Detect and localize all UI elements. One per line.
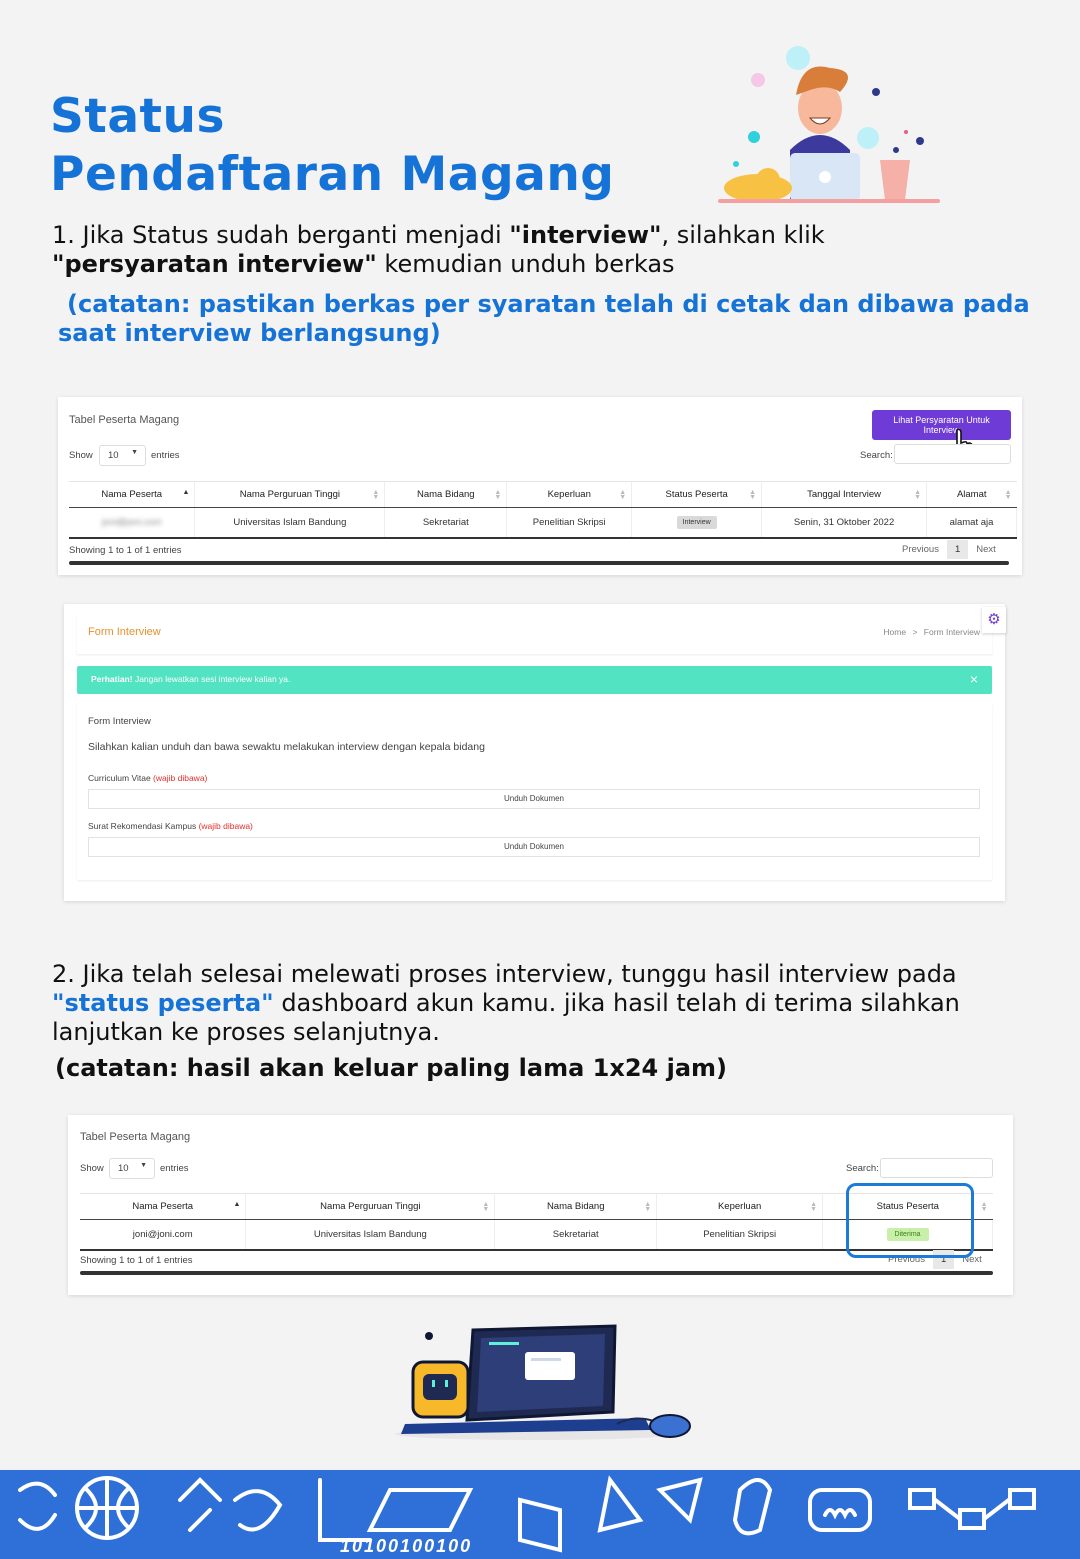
table2-scrollbar[interactable]	[80, 1271, 993, 1275]
form-interview-title: Form Interview	[88, 626, 161, 638]
table1-status-cell: Interview	[631, 507, 763, 539]
rekomendasi-label: Surat Rekomendasi Kampus (wajib dibawa)	[88, 821, 253, 831]
title-line2: Pendaftaran Magang	[50, 147, 615, 202]
next-page-link[interactable]: Next	[976, 544, 996, 555]
gear-icon[interactable]: ⚙	[982, 607, 1006, 633]
table1-pagination: Previous 1 Next	[902, 540, 996, 559]
table1-col-header[interactable]: Nama Perguruan Tinggi ▲ ▼	[194, 481, 385, 508]
breadcrumb-separator: >	[912, 627, 918, 637]
table1-show-label: Show	[69, 450, 93, 461]
table1-cell: joni@joni.com	[69, 507, 196, 539]
cv-label: Curriculum Vitae (wajib dibawa)	[88, 773, 208, 783]
table2-cell: Universitas Islam Bandung	[245, 1219, 496, 1251]
step1-text: 1. Jika Status sudah berganti menjadi "i…	[52, 221, 825, 279]
step2-keyword-status: "status peserta"	[52, 989, 274, 1017]
table1-cell: Penelitian Skripsi	[506, 507, 633, 539]
status-badge: Interview	[676, 516, 717, 529]
table1-col-header[interactable]: Alamat ▲ ▼	[926, 481, 1017, 508]
table1: Nama Peserta ▲ Nama Perguruan Tinggi ▲ ▼ Na…	[69, 481, 1017, 539]
table1-col-header[interactable]: Status Peserta ▲ ▼	[631, 481, 762, 508]
table2-col-header[interactable]: Nama Bidang ▲ ▼	[494, 1193, 657, 1220]
step2-text: 2. Jika telah selesai melewati proses in…	[52, 960, 960, 1047]
step1-note-line1: (catatan: pastikan berkas per syaratan t…	[67, 290, 1030, 318]
table1-title: Tabel Peserta Magang	[69, 414, 180, 426]
breadcrumb-home[interactable]: Home	[883, 627, 906, 637]
breadcrumb-current: Form Interview	[923, 627, 980, 637]
table2-show-label: Show	[80, 1163, 104, 1174]
chevron-down-icon: ▼	[140, 1162, 147, 1169]
doodle-pattern	[18, 1475, 1036, 1553]
form-card-title: Form Interview	[88, 716, 151, 727]
breadcrumb: Home > Form Interview	[883, 627, 980, 637]
close-icon[interactable]: ×	[970, 671, 978, 687]
attention-alert: Perhatian! Jangan lewatkan sesi intervie…	[77, 666, 992, 694]
binary-code-text: 10100100100	[340, 1536, 473, 1556]
page-title: Status Pendaftaran Magang	[50, 88, 614, 204]
table1-scrollbar[interactable]	[69, 561, 1009, 565]
table2-cell: Sekretariat	[494, 1219, 658, 1251]
step2-line3: lanjutkan ke proses selanjutnya.	[52, 1018, 440, 1046]
table1-col-header[interactable]: Tanggal Interview ▲ ▼	[761, 481, 927, 508]
title-line1: Status	[50, 89, 225, 144]
table1-search-input[interactable]	[894, 444, 1011, 464]
table2-entries-select[interactable]: 10 ▼	[109, 1158, 155, 1179]
table1-cell: Sekretariat	[384, 507, 508, 539]
table2-title: Tabel Peserta Magang	[80, 1131, 191, 1143]
step1-keyword-persyaratan: "persyaratan interview"	[52, 250, 377, 278]
table1-entries-value: 10	[108, 450, 119, 461]
previous-page-link[interactable]: Previous	[902, 544, 939, 555]
alert-bold: Perhatian!	[91, 674, 133, 684]
form-header-bar	[77, 614, 992, 654]
alert-text: Jangan lewatkan sesi interview kalian ya…	[132, 674, 291, 684]
table-row: joni@joni.com Universitas Islam Bandung …	[69, 507, 1017, 539]
table2-info: Showing 1 to 1 of 1 entries	[80, 1255, 193, 1266]
step1-note-line2: saat interview berlangsung)	[58, 319, 441, 347]
table1-col-header[interactable]: Keperluan ▲ ▼	[506, 481, 632, 508]
chevron-down-icon: ▼	[131, 449, 138, 456]
table1-col-header[interactable]: Nama Peserta ▲	[69, 481, 195, 508]
step1-part2: , silahkan klik	[661, 221, 825, 249]
persyaratan-interview-button[interactable]: Lihat Persyaratan Untuk Interview	[872, 410, 1011, 440]
table1-info: Showing 1 to 1 of 1 entries	[69, 545, 182, 556]
table1-cell: Senin, 31 Oktober 2022	[761, 507, 927, 539]
table2-col-header[interactable]: Nama Perguruan Tinggi ▲ ▼	[245, 1193, 495, 1220]
unduh-cv-button[interactable]: Unduh Dokumen	[88, 789, 980, 809]
page-1-link[interactable]: 1	[946, 540, 969, 559]
step2-line1: 2. Jika telah selesai melewati proses in…	[52, 960, 957, 988]
unduh-rekomendasi-button[interactable]: Unduh Dokumen	[88, 837, 980, 857]
table1-col-header[interactable]: Nama Bidang ▲ ▼	[384, 481, 507, 508]
robot-laptop-illustration	[395, 1324, 691, 1440]
table1-header-row: Nama Peserta ▲ Nama Perguruan Tinggi ▲ ▼ Na…	[69, 481, 1017, 508]
table2-entries-value: 10	[118, 1163, 129, 1174]
table2-col-header[interactable]: Nama Peserta ▲	[80, 1193, 246, 1220]
table2-search-input[interactable]	[880, 1158, 993, 1178]
step1-keyword-interview: "interview"	[509, 221, 662, 249]
step1-part3: kemudian unduh berkas	[376, 250, 675, 278]
step2-note: (catatan: hasil akan keluar paling lama …	[55, 1054, 727, 1082]
step2-line2: dashboard akun kamu. jika hasil telah di…	[273, 989, 960, 1017]
developer-illustration	[718, 46, 940, 203]
decorative-footer: 10100100100	[0, 1470, 1080, 1559]
required-note: (wajib dibawa)	[198, 821, 253, 831]
table1-entries-label: entries	[151, 450, 180, 461]
table1-cell: alamat aja	[926, 507, 1017, 539]
table2-search-label: Search:	[846, 1163, 879, 1174]
required-note: (wajib dibawa)	[153, 773, 208, 783]
form-description: Silahkan kalian unduh dan bawa sewaktu m…	[88, 741, 485, 753]
table2-entries-label: entries	[160, 1163, 189, 1174]
table2-col-header[interactable]: Keperluan ▲ ▼	[656, 1193, 823, 1220]
table1-cell: Universitas Islam Bandung	[194, 507, 386, 539]
table1-entries-select[interactable]: 10 ▼	[99, 445, 146, 466]
table2-cell: Penelitian Skripsi	[656, 1219, 824, 1251]
table1-search-label: Search:	[860, 450, 893, 461]
status-peserta-highlight	[846, 1183, 974, 1258]
table2-cell: joni@joni.com	[80, 1219, 247, 1251]
step1-part1: 1. Jika Status sudah berganti menjadi	[52, 221, 510, 249]
